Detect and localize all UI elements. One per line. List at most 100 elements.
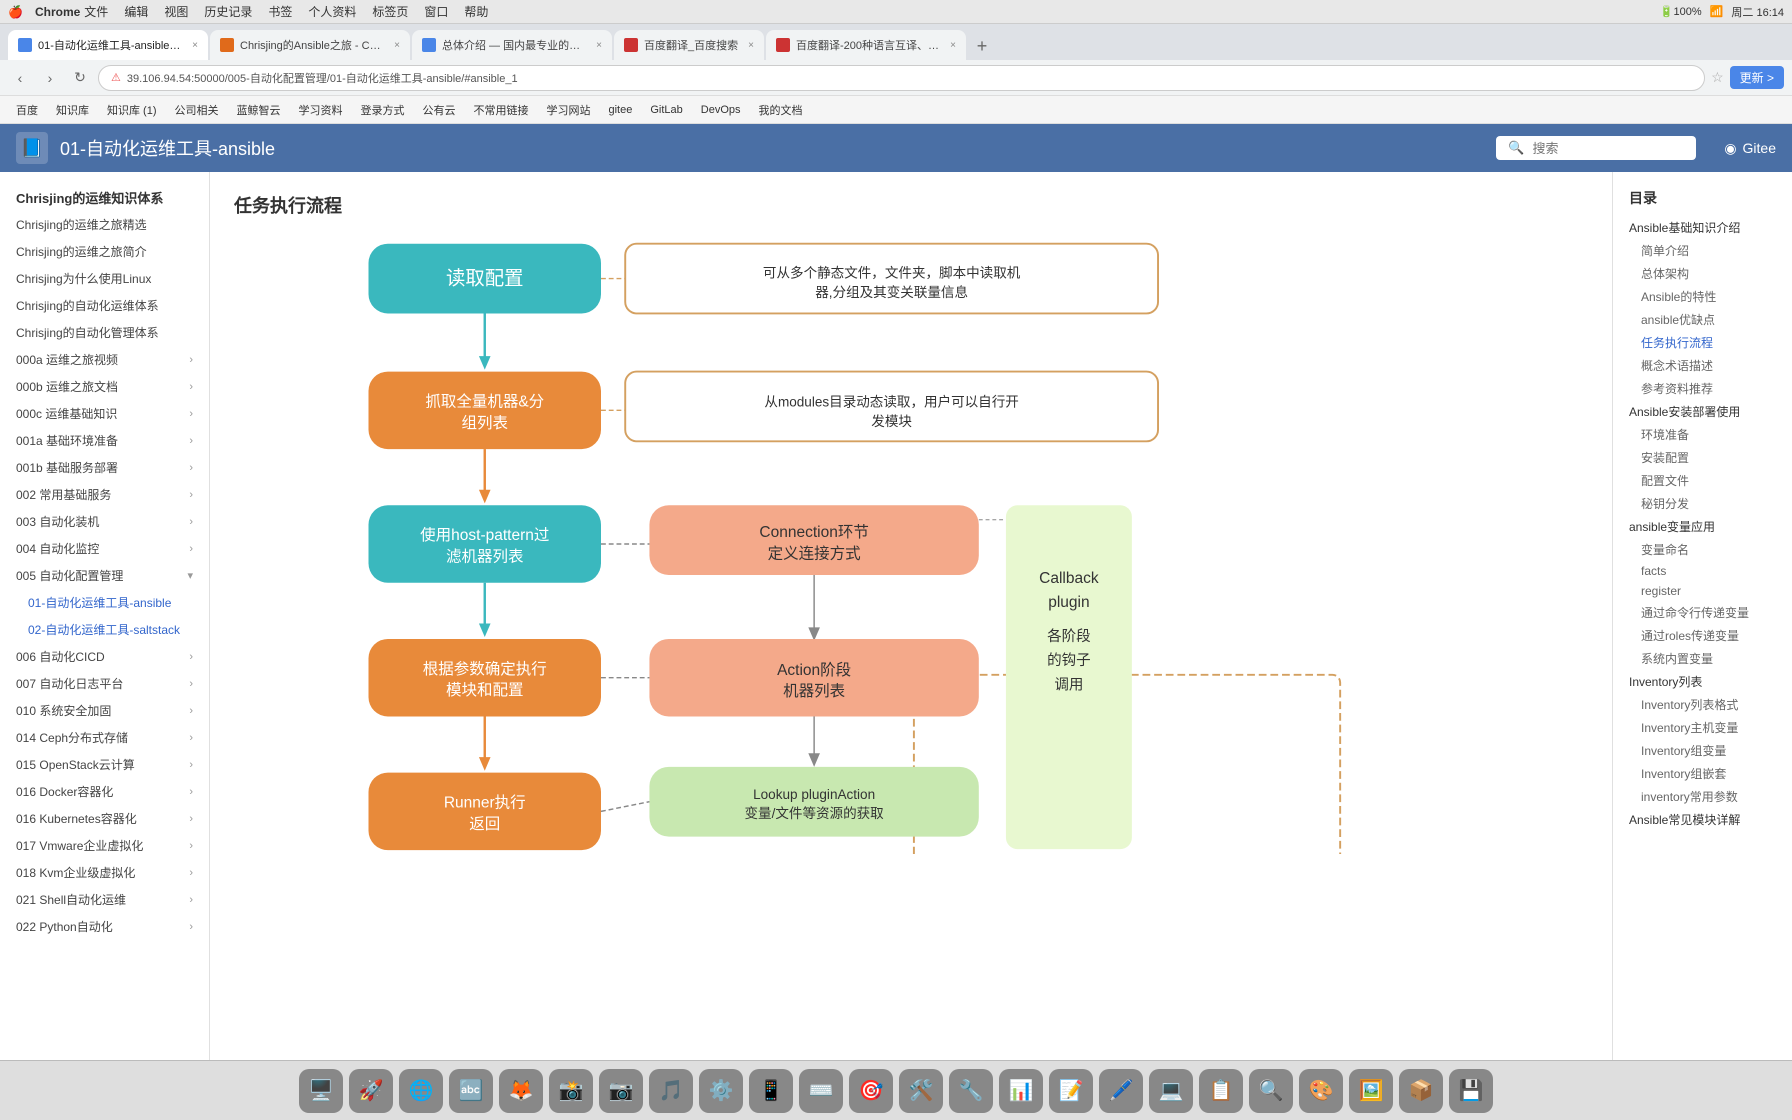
sidebar-item[interactable]: 017 Vmware企业虚拟化› bbox=[0, 832, 209, 859]
toc-item[interactable]: facts bbox=[1613, 561, 1792, 581]
toc-item[interactable]: Inventory列表格式 bbox=[1613, 693, 1792, 716]
update-button[interactable]: 更新 > bbox=[1730, 66, 1784, 89]
search-input[interactable] bbox=[1533, 141, 1673, 156]
sidebar-item[interactable]: Chrisjing的运维之旅精选 bbox=[0, 211, 209, 238]
sidebar-item[interactable]: 000b 运维之旅文档› bbox=[0, 373, 209, 400]
tab-close-button[interactable]: × bbox=[950, 40, 956, 51]
sidebar-item[interactable]: 016 Docker容器化› bbox=[0, 778, 209, 805]
tab-close-button[interactable]: × bbox=[192, 40, 198, 51]
reload-button[interactable]: ↻ bbox=[68, 66, 92, 90]
toc-item[interactable]: Ansible的特性 bbox=[1613, 285, 1792, 308]
toc-item[interactable]: 变量命名 bbox=[1613, 538, 1792, 561]
mac-menu-item[interactable]: 个人资料 bbox=[308, 3, 356, 20]
sidebar-item[interactable]: 016 Kubernetes容器化› bbox=[0, 805, 209, 832]
bookmark-item[interactable]: 登录方式 bbox=[353, 99, 413, 121]
toc-item[interactable]: 通过命令行传递变量 bbox=[1613, 601, 1792, 624]
toc-item[interactable]: Inventory主机变量 bbox=[1613, 716, 1792, 739]
dock-icon[interactable]: 🛠️ bbox=[899, 1069, 943, 1113]
sidebar-item[interactable]: Chrisjing为什么使用Linux bbox=[0, 265, 209, 292]
toc-item[interactable]: ansible优缺点 bbox=[1613, 308, 1792, 331]
dock-icon[interactable]: 🔍 bbox=[1249, 1069, 1293, 1113]
mac-menu-item[interactable]: 窗口 bbox=[424, 3, 448, 20]
sidebar-item[interactable]: Chrisjing的自动化运维体系 bbox=[0, 292, 209, 319]
dock-icon[interactable]: 📸 bbox=[549, 1069, 593, 1113]
sidebar-item[interactable]: 006 自动化CICD› bbox=[0, 643, 209, 670]
mac-menu-item[interactable]: 历史记录 bbox=[204, 3, 252, 20]
dock-icon[interactable]: 📊 bbox=[999, 1069, 1043, 1113]
sidebar-item[interactable]: 001b 基础服务部署› bbox=[0, 454, 209, 481]
bookmark-item[interactable]: 学习资料 bbox=[291, 99, 351, 121]
new-tab-button[interactable]: + bbox=[968, 32, 996, 60]
bookmark-item[interactable]: 学习网站 bbox=[539, 99, 599, 121]
sidebar-item[interactable]: 000a 运维之旅视频› bbox=[0, 346, 209, 373]
bookmark-item[interactable]: gitee bbox=[601, 99, 641, 121]
sidebar-item[interactable]: 000c 运维基础知识› bbox=[0, 400, 209, 427]
sidebar-item[interactable]: 021 Shell自动化运维› bbox=[0, 886, 209, 913]
dock-icon[interactable]: 🎵 bbox=[649, 1069, 693, 1113]
toc-item[interactable]: 环境准备 bbox=[1613, 423, 1792, 446]
sidebar-item[interactable]: 003 自动化装机› bbox=[0, 508, 209, 535]
tab-close-button[interactable]: × bbox=[394, 40, 400, 51]
browser-tab[interactable]: 01-自动化运维工具-ansible - C...× bbox=[8, 30, 208, 60]
bookmark-item[interactable]: 我的文档 bbox=[751, 99, 811, 121]
toc-item[interactable]: 秘钥分发 bbox=[1613, 492, 1792, 515]
toc-item[interactable]: Inventory列表 bbox=[1613, 670, 1792, 693]
bookmark-item[interactable]: 公有云 bbox=[415, 99, 464, 121]
dock-icon[interactable]: 🔤 bbox=[449, 1069, 493, 1113]
sidebar-item[interactable]: Chrisjing的运维之旅简介 bbox=[0, 238, 209, 265]
bookmark-star-icon[interactable]: ☆ bbox=[1711, 69, 1724, 86]
sidebar-item[interactable]: 010 系统安全加固› bbox=[0, 697, 209, 724]
toc-item[interactable]: Ansible基础知识介绍 bbox=[1613, 216, 1792, 239]
tab-close-button[interactable]: × bbox=[748, 40, 754, 51]
dock-icon[interactable]: 🖼️ bbox=[1349, 1069, 1393, 1113]
forward-button[interactable]: › bbox=[38, 66, 62, 90]
dock-icon[interactable]: 🚀 bbox=[349, 1069, 393, 1113]
dock-icon[interactable]: 🦊 bbox=[499, 1069, 543, 1113]
toc-item[interactable]: 总体架构 bbox=[1613, 262, 1792, 285]
toc-item[interactable]: 参考资料推荐 bbox=[1613, 377, 1792, 400]
toc-item[interactable]: ansible变量应用 bbox=[1613, 515, 1792, 538]
sidebar-item[interactable]: 001a 基础环境准备› bbox=[0, 427, 209, 454]
sidebar-item[interactable]: 007 自动化日志平台› bbox=[0, 670, 209, 697]
toc-item[interactable]: 任务执行流程 bbox=[1613, 331, 1792, 354]
dock-icon[interactable]: 📝 bbox=[1049, 1069, 1093, 1113]
address-bar[interactable]: ⚠ 39.106.94.54:50000/005-自动化配置管理/01-自动化运… bbox=[98, 65, 1705, 91]
sidebar-item[interactable]: 005 自动化配置管理▾ bbox=[0, 562, 209, 589]
sidebar-item[interactable]: 015 OpenStack云计算› bbox=[0, 751, 209, 778]
bookmark-item[interactable]: DevOps bbox=[693, 99, 749, 121]
mac-menu-item[interactable]: 帮助 bbox=[464, 3, 488, 20]
sidebar-item[interactable]: 018 Kvm企业级虚拟化› bbox=[0, 859, 209, 886]
bookmark-item[interactable]: GitLab bbox=[642, 99, 690, 121]
mac-menu-item[interactable]: 文件 bbox=[84, 3, 108, 20]
gitee-link[interactable]: ◉ Gitee bbox=[1724, 140, 1776, 157]
dock-icon[interactable]: 📱 bbox=[749, 1069, 793, 1113]
dock-icon[interactable]: 🌐 bbox=[399, 1069, 443, 1113]
mac-menu-item[interactable]: 编辑 bbox=[124, 3, 148, 20]
dock-icon[interactable]: 📦 bbox=[1399, 1069, 1443, 1113]
dock-icon[interactable]: 📷 bbox=[599, 1069, 643, 1113]
dock-icon[interactable]: 💻 bbox=[1149, 1069, 1193, 1113]
dock-icon[interactable]: 💾 bbox=[1449, 1069, 1493, 1113]
browser-tab[interactable]: 总体介绍 — 国内最专业的Ansib...× bbox=[412, 30, 612, 60]
toc-item[interactable]: 配置文件 bbox=[1613, 469, 1792, 492]
browser-tab[interactable]: 百度翻译_百度搜索× bbox=[614, 30, 764, 60]
bookmark-item[interactable]: 知识库 bbox=[48, 99, 97, 121]
sidebar-item[interactable]: 02-自动化运维工具-saltstack bbox=[0, 616, 209, 643]
bookmark-item[interactable]: 公司相关 bbox=[167, 99, 227, 121]
sidebar-item[interactable]: 004 自动化监控› bbox=[0, 535, 209, 562]
mac-menu-item[interactable]: 书签 bbox=[268, 3, 292, 20]
sidebar-item[interactable]: 022 Python自动化› bbox=[0, 913, 209, 940]
toc-item[interactable]: 概念术语描述 bbox=[1613, 354, 1792, 377]
dock-icon[interactable]: 🎨 bbox=[1299, 1069, 1343, 1113]
sidebar-item[interactable]: 014 Ceph分布式存储› bbox=[0, 724, 209, 751]
toc-item[interactable]: register bbox=[1613, 581, 1792, 601]
dock-icon[interactable]: 🖊️ bbox=[1099, 1069, 1143, 1113]
toc-item[interactable]: Inventory组变量 bbox=[1613, 739, 1792, 762]
toc-item[interactable]: 安装配置 bbox=[1613, 446, 1792, 469]
browser-tab[interactable]: Chrisjing的Ansible之旅 - Chris...× bbox=[210, 30, 410, 60]
dock-icon[interactable]: 🔧 bbox=[949, 1069, 993, 1113]
mac-menu-item[interactable]: 视图 bbox=[164, 3, 188, 20]
tab-close-button[interactable]: × bbox=[596, 40, 602, 51]
toc-item[interactable]: 通过roles传递变量 bbox=[1613, 624, 1792, 647]
bookmark-item[interactable]: 百度 bbox=[8, 99, 46, 121]
